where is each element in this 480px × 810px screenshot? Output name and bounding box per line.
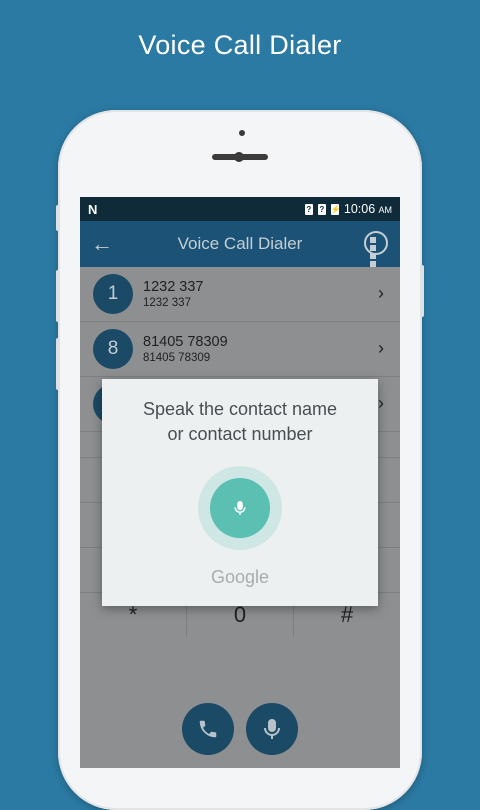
status-brand: N bbox=[88, 201, 98, 217]
voice-prompt-line2: or contact number bbox=[167, 424, 313, 444]
contact-number: 1232 337 bbox=[143, 297, 191, 309]
google-brand: Google bbox=[210, 567, 270, 587]
chevron-right-icon: › bbox=[378, 283, 384, 303]
call-list-item[interactable]: 8 81405 78309 81405 78309 › bbox=[80, 322, 400, 377]
grid-menu-icon[interactable] bbox=[364, 231, 388, 267]
app-title: Voice Call Dialer bbox=[177, 234, 303, 253]
chevron-right-icon: › bbox=[378, 338, 384, 358]
power-button bbox=[420, 265, 424, 317]
earpiece-speaker bbox=[212, 154, 268, 160]
volume-up-button bbox=[56, 270, 60, 322]
sim2-icon: ? bbox=[317, 203, 326, 215]
back-arrow-icon[interactable]: ← bbox=[80, 231, 124, 257]
call-button[interactable] bbox=[182, 703, 234, 755]
call-list-item[interactable]: 1 1232 337 1232 337 › bbox=[80, 267, 400, 322]
contact-avatar: 8 bbox=[93, 329, 133, 369]
chevron-right-icon: › bbox=[378, 393, 384, 413]
action-buttons bbox=[80, 703, 400, 755]
sim1-icon: ? bbox=[304, 203, 313, 215]
microphone-icon bbox=[264, 719, 280, 739]
status-time: 10:06 AM bbox=[343, 202, 392, 216]
app-bar: ← Voice Call Dialer bbox=[80, 221, 400, 267]
microphone-icon bbox=[234, 501, 246, 515]
voice-search-dialog: Speak the contact name or contact number… bbox=[102, 379, 378, 606]
voice-prompt: Speak the contact name or contact number bbox=[102, 397, 378, 447]
voice-search-button[interactable] bbox=[246, 703, 298, 755]
headline: Voice Call Dialer bbox=[138, 30, 342, 60]
contact-avatar: 1 bbox=[93, 274, 133, 314]
status-bar: N ? ? ⚡ 10:06 AM bbox=[80, 197, 400, 221]
front-sensor bbox=[239, 130, 245, 136]
mute-switch bbox=[56, 205, 60, 231]
battery-icon: ⚡ bbox=[330, 203, 341, 215]
contact-name: 81405 78309 bbox=[143, 334, 228, 350]
voice-mic-button[interactable] bbox=[198, 466, 282, 550]
contact-name: 1232 337 bbox=[143, 279, 204, 295]
voice-prompt-line1: Speak the contact name bbox=[142, 399, 338, 419]
volume-down-button bbox=[56, 338, 60, 390]
phone-icon bbox=[199, 720, 217, 738]
contact-number: 81405 78309 bbox=[143, 352, 211, 364]
